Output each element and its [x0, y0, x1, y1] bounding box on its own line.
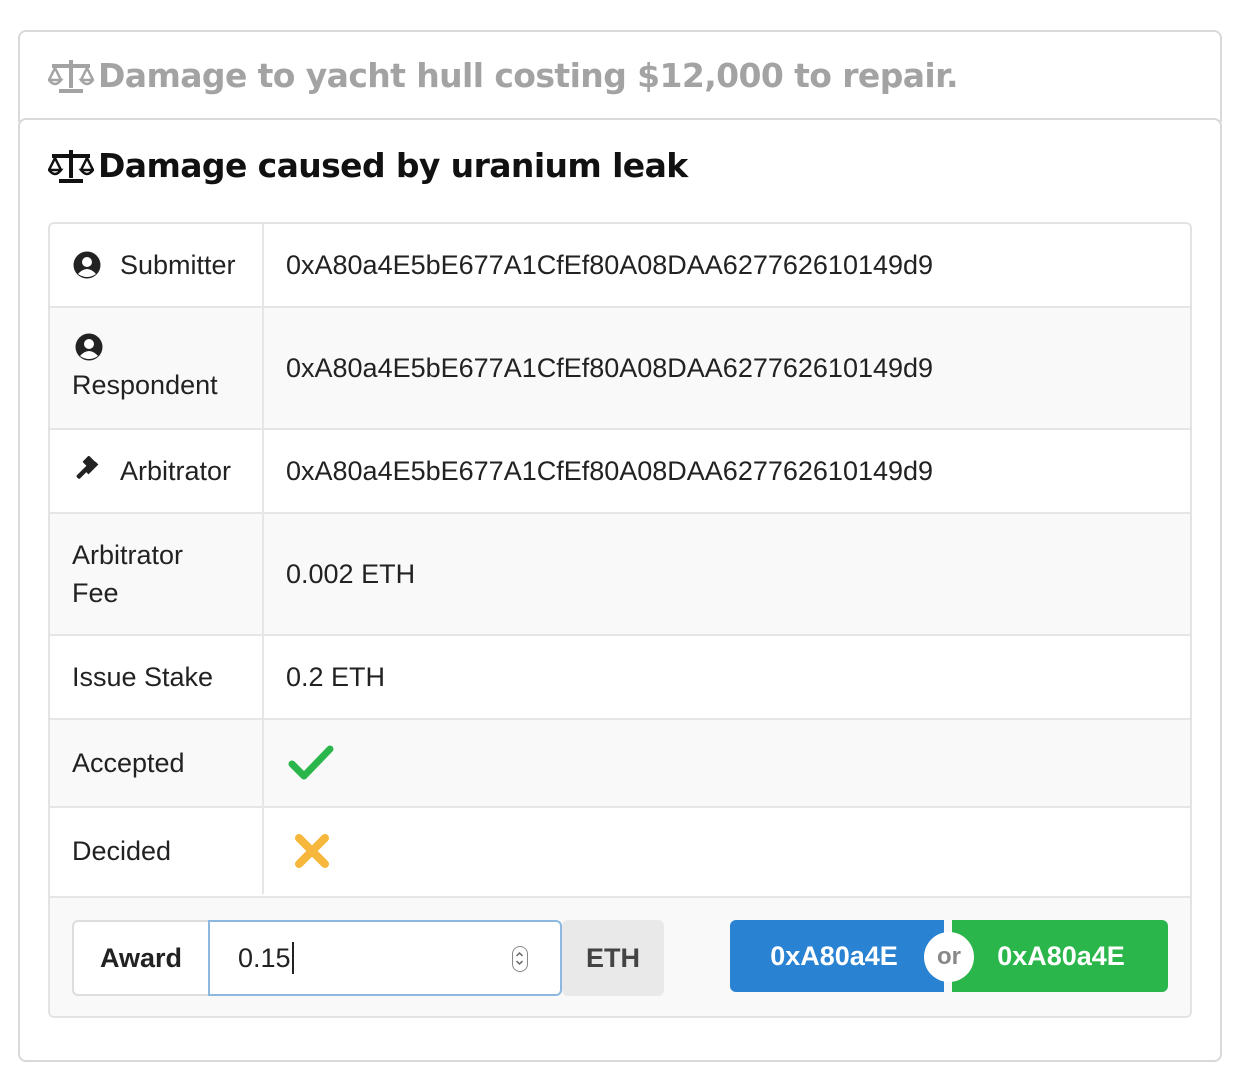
issue-title-text: Damage caused by uranium leak — [98, 146, 688, 185]
arbitrator-fee-value: 0.002 ETH — [286, 558, 416, 589]
issue-card-expanded: Damage caused by uranium leak Submitter … — [18, 118, 1222, 1062]
table-row-issue-stake: Issue Stake 0.2 ETH — [50, 634, 1190, 718]
issue-title-text: Damage to yacht hull costing $12,000 to … — [98, 56, 959, 95]
or-divider: or — [924, 932, 974, 982]
arbitrator-label: Arbitrator — [50, 430, 264, 512]
x-icon — [295, 834, 329, 868]
decided-label: Decided — [50, 808, 264, 894]
gavel-icon — [72, 456, 102, 486]
table-row-accepted: Accepted — [50, 718, 1190, 806]
text-caret — [291, 942, 294, 974]
issue-stake-value: 0.2 ETH — [286, 661, 386, 692]
number-spinner-icon[interactable] — [512, 946, 528, 972]
issue-stake-label: Issue Stake — [50, 636, 264, 718]
arbitrator-address: 0xA80a4E5bE677A1CfEf80A08DAA627762610149… — [286, 455, 934, 486]
user-circle-icon — [74, 332, 104, 362]
eth-unit-label: ETH — [562, 920, 664, 996]
table-row-decided: Decided — [50, 806, 1190, 894]
award-amount-input[interactable]: 0.15 — [208, 920, 562, 996]
respondent-address: 0xA80a4E5bE677A1CfEf80A08DAA627762610149… — [286, 352, 934, 383]
submitter-label: Submitter — [50, 224, 264, 306]
scale-icon — [48, 148, 94, 184]
award-label: Award — [72, 920, 208, 996]
check-icon — [288, 745, 334, 780]
table-row-arbitrator: Arbitrator 0xA80a4E5bE677A1CfEf80A08DAA6… — [50, 428, 1190, 512]
accepted-label: Accepted — [50, 720, 264, 806]
award-input-group: Award 0.15 — [72, 920, 562, 996]
issue-title[interactable]: Damage caused by uranium leak — [48, 146, 688, 185]
arbitrator-fee-label: Arbitrator Fee — [50, 514, 264, 634]
decided-value — [286, 808, 1190, 894]
table-row-submitter: Submitter 0xA80a4E5bE677A1CfEf80A08DAA62… — [50, 224, 1190, 306]
award-bar: Award 0.15 ETH 0xA80a4E 0xA80a4E or — [50, 896, 1190, 1016]
table-row-respondent: Respondent 0xA80a4E5bE677A1CfEf80A08DAA6… — [50, 306, 1190, 428]
table-row-arbitrator-fee: Arbitrator Fee 0.002 ETH — [50, 512, 1190, 634]
issue-title[interactable]: Damage to yacht hull costing $12,000 to … — [48, 56, 959, 95]
submitter-address: 0xA80a4E5bE677A1CfEf80A08DAA627762610149… — [286, 249, 934, 280]
accepted-value — [286, 720, 1190, 806]
issue-card-collapsed[interactable]: Damage to yacht hull costing $12,000 to … — [18, 30, 1222, 122]
award-amount-value: 0.15 — [238, 942, 291, 973]
scale-icon — [48, 58, 94, 94]
issue-details-table: Submitter 0xA80a4E5bE677A1CfEf80A08DAA62… — [48, 222, 1192, 1018]
award-submitter-button[interactable]: 0xA80a4E — [730, 920, 944, 992]
user-circle-icon — [72, 250, 102, 280]
award-respondent-button[interactable]: 0xA80a4E — [952, 920, 1168, 992]
respondent-label: Respondent — [50, 308, 264, 428]
